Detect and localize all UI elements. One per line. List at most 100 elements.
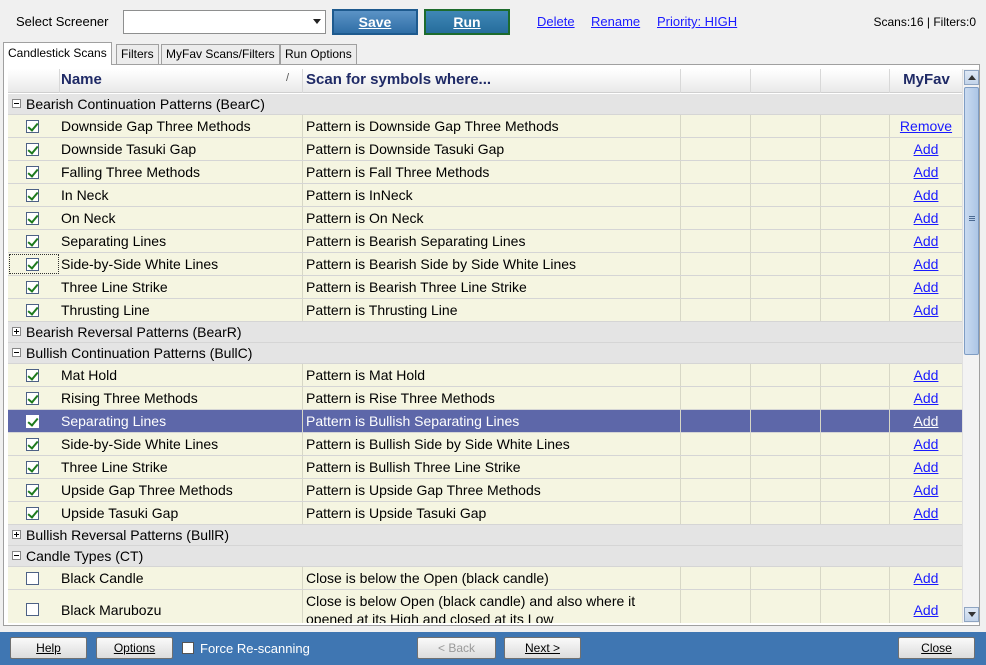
close-button[interactable]: Close <box>898 637 975 659</box>
options-button[interactable]: Options <box>96 637 173 659</box>
group-row[interactable]: Bearish Reversal Patterns (BearR) <box>8 322 963 343</box>
help-button[interactable]: Help <box>10 637 87 659</box>
row-checkbox[interactable] <box>26 120 39 133</box>
add-fav-link[interactable]: Add <box>914 482 939 498</box>
table-row[interactable]: Black Marubozu Close is below Open (black… <box>8 590 963 623</box>
add-fav-link[interactable]: Add <box>914 279 939 295</box>
row-check-cell[interactable] <box>8 433 60 455</box>
row-checkbox[interactable] <box>26 143 39 156</box>
row-check-cell[interactable] <box>8 567 60 589</box>
row-check-cell[interactable] <box>8 207 60 229</box>
run-button[interactable]: Run <box>424 9 510 35</box>
header-empty-2[interactable] <box>751 69 821 93</box>
header-name[interactable]: Name <box>60 69 303 93</box>
row-checkbox[interactable] <box>26 461 39 474</box>
row-checkbox[interactable] <box>26 392 39 405</box>
header-empty-3[interactable] <box>821 69 890 93</box>
collapse-icon[interactable] <box>12 348 21 357</box>
expand-icon[interactable] <box>12 530 21 539</box>
rename-link[interactable]: Rename <box>591 14 640 29</box>
row-check-cell[interactable] <box>8 138 60 160</box>
table-row[interactable]: Three Line Strike Pattern is Bullish Thre… <box>8 456 963 479</box>
add-fav-link[interactable]: Add <box>914 413 939 429</box>
delete-link[interactable]: Delete <box>537 14 575 29</box>
priority-link[interactable]: Priority: HIGH <box>657 14 737 29</box>
scroll-up-icon[interactable] <box>964 70 979 85</box>
next-button[interactable]: Next > <box>504 637 581 659</box>
row-check-cell[interactable] <box>8 410 60 432</box>
table-row[interactable]: Downside Tasuki Gap Pattern is Downside T… <box>8 138 963 161</box>
add-fav-link[interactable]: Add <box>914 459 939 475</box>
row-check-cell[interactable] <box>8 230 60 252</box>
row-check-cell[interactable] <box>8 590 60 623</box>
force-rescanning-box[interactable] <box>182 642 194 654</box>
row-checkbox[interactable] <box>26 438 39 451</box>
row-checkbox[interactable] <box>26 603 39 616</box>
table-row[interactable]: Upside Tasuki Gap Pattern is Upside Tasuk… <box>8 502 963 525</box>
add-fav-link[interactable]: Add <box>914 436 939 452</box>
save-button[interactable]: Save <box>332 9 418 35</box>
table-row[interactable]: Rising Three Methods Pattern is Rise Thre… <box>8 387 963 410</box>
row-checkbox[interactable] <box>26 572 39 585</box>
row-check-cell[interactable] <box>8 253 60 275</box>
table-row[interactable]: Upside Gap Three Methods Pattern is Upsid… <box>8 479 963 502</box>
row-checkbox[interactable] <box>26 281 39 294</box>
table-row[interactable]: In Neck Pattern is InNeck Add <box>8 184 963 207</box>
row-checkbox[interactable] <box>26 212 39 225</box>
table-row[interactable]: On Neck Pattern is On Neck Add <box>8 207 963 230</box>
add-fav-link[interactable]: Add <box>914 256 939 272</box>
add-fav-link[interactable]: Add <box>914 187 939 203</box>
tab-filters[interactable]: Filters <box>116 44 159 64</box>
add-fav-link[interactable]: Add <box>914 602 939 618</box>
tab-myfav-scans-filters[interactable]: MyFav Scans/Filters <box>161 44 280 64</box>
tab-run-options[interactable]: Run Options <box>280 44 357 64</box>
row-checkbox[interactable] <box>26 166 39 179</box>
group-row[interactable]: Bearish Continuation Patterns (BearC) <box>8 94 963 115</box>
row-check-cell[interactable] <box>8 456 60 478</box>
add-fav-link[interactable]: Add <box>914 302 939 318</box>
row-checkbox[interactable] <box>26 507 39 520</box>
screener-dropdown[interactable] <box>123 10 326 34</box>
table-row[interactable]: Three Line Strike Pattern is Bearish Thre… <box>8 276 963 299</box>
add-fav-link[interactable]: Add <box>914 210 939 226</box>
add-fav-link[interactable]: Add <box>914 570 939 586</box>
table-row[interactable]: Side-by-Side White Lines Pattern is Bulli… <box>8 433 963 456</box>
row-checkbox[interactable] <box>26 369 39 382</box>
row-check-cell[interactable] <box>8 184 60 206</box>
expand-icon[interactable] <box>12 327 21 336</box>
row-check-cell[interactable] <box>8 479 60 501</box>
table-row[interactable]: Black Candle Close is below the Open (bla… <box>8 567 963 590</box>
row-check-cell[interactable] <box>8 364 60 386</box>
header-check-column[interactable] <box>8 69 60 93</box>
add-fav-link[interactable]: Add <box>914 367 939 383</box>
collapse-icon[interactable] <box>12 551 21 560</box>
header-myfav[interactable]: MyFav <box>890 69 963 93</box>
table-row[interactable]: Side-by-Side White Lines Pattern is Beari… <box>8 253 963 276</box>
chevron-down-icon[interactable] <box>313 19 321 24</box>
scroll-down-icon[interactable] <box>964 607 979 622</box>
add-fav-link[interactable]: Add <box>914 164 939 180</box>
add-fav-link[interactable]: Add <box>914 233 939 249</box>
table-row[interactable]: Downside Gap Three Methods Pattern is Dow… <box>8 115 963 138</box>
row-check-cell[interactable] <box>8 299 60 321</box>
row-checkbox[interactable] <box>26 415 39 428</box>
row-checkbox[interactable] <box>26 304 39 317</box>
row-check-cell[interactable] <box>8 502 60 524</box>
row-checkbox[interactable] <box>26 484 39 497</box>
group-row[interactable]: Candle Types (CT) <box>8 546 963 567</box>
row-checkbox[interactable] <box>26 235 39 248</box>
header-empty-1[interactable] <box>681 69 751 93</box>
collapse-icon[interactable] <box>12 99 21 108</box>
row-check-cell[interactable] <box>8 387 60 409</box>
add-fav-link[interactable]: Add <box>914 141 939 157</box>
row-checkbox[interactable] <box>26 189 39 202</box>
add-fav-link[interactable]: Add <box>914 390 939 406</box>
remove-fav-link[interactable]: Remove <box>900 118 952 134</box>
table-row[interactable]: Thrusting Line Pattern is Thrusting Line A… <box>8 299 963 322</box>
back-button[interactable]: < Back <box>417 637 496 659</box>
row-check-cell[interactable] <box>8 115 60 137</box>
table-row[interactable]: Separating Lines Pattern is Bullish Separ… <box>8 410 963 433</box>
row-check-cell[interactable] <box>8 276 60 298</box>
header-scan[interactable]: Scan for symbols where... <box>303 69 681 93</box>
vertical-scrollbar[interactable] <box>962 69 979 623</box>
